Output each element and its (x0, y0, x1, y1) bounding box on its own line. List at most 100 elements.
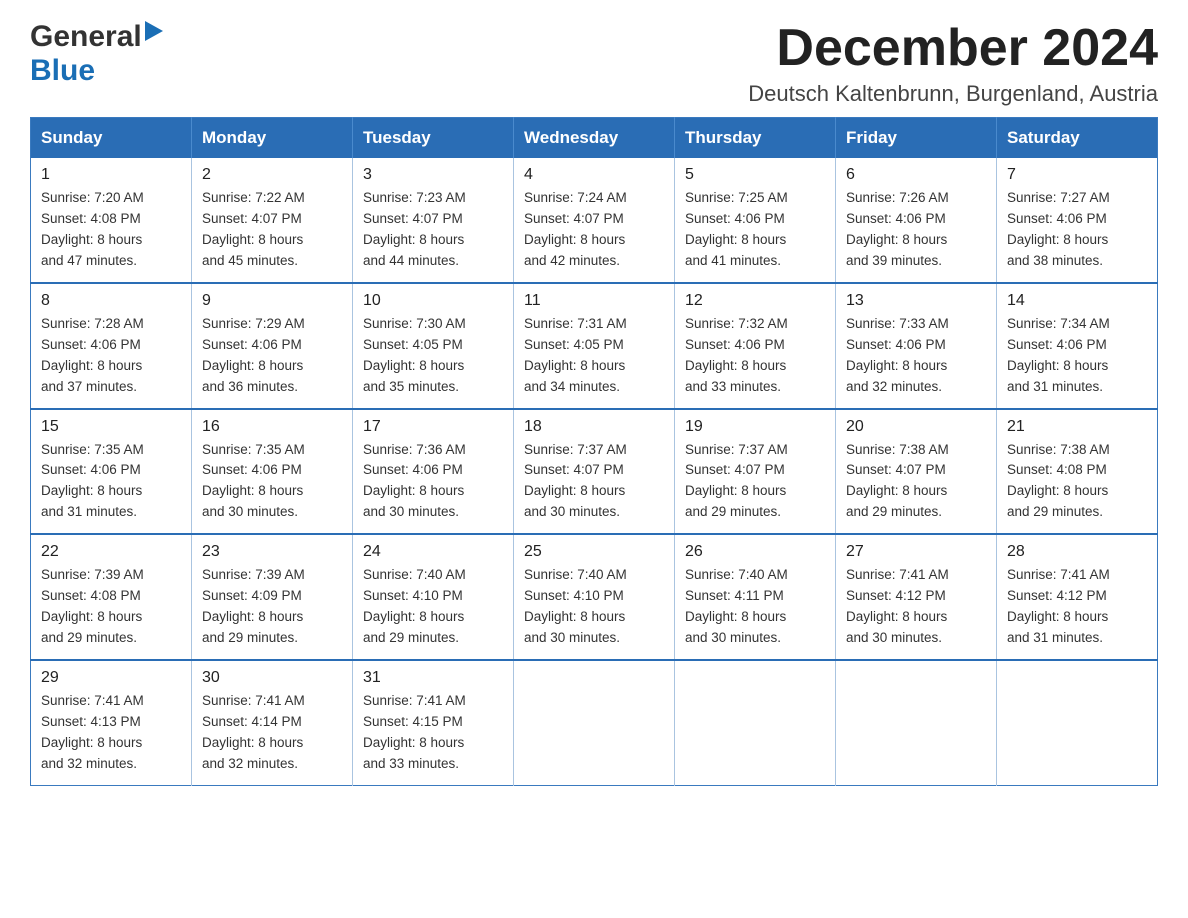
day-info: Sunrise: 7:40 AM Sunset: 4:11 PM Dayligh… (685, 565, 825, 649)
day-info: Sunrise: 7:35 AM Sunset: 4:06 PM Dayligh… (202, 440, 342, 524)
calendar-cell: 25 Sunrise: 7:40 AM Sunset: 4:10 PM Dayl… (514, 534, 675, 660)
calendar-cell: 10 Sunrise: 7:30 AM Sunset: 4:05 PM Dayl… (353, 283, 514, 409)
day-info: Sunrise: 7:41 AM Sunset: 4:12 PM Dayligh… (1007, 565, 1147, 649)
day-number: 18 (524, 418, 664, 436)
day-info: Sunrise: 7:26 AM Sunset: 4:06 PM Dayligh… (846, 188, 986, 272)
day-number: 1 (41, 166, 181, 184)
calendar-week-row: 29 Sunrise: 7:41 AM Sunset: 4:13 PM Dayl… (31, 660, 1158, 785)
day-info: Sunrise: 7:37 AM Sunset: 4:07 PM Dayligh… (524, 440, 664, 524)
day-info: Sunrise: 7:31 AM Sunset: 4:05 PM Dayligh… (524, 314, 664, 398)
calendar-cell: 31 Sunrise: 7:41 AM Sunset: 4:15 PM Dayl… (353, 660, 514, 785)
day-info: Sunrise: 7:30 AM Sunset: 4:05 PM Dayligh… (363, 314, 503, 398)
day-number: 2 (202, 166, 342, 184)
day-number: 9 (202, 292, 342, 310)
day-info: Sunrise: 7:41 AM Sunset: 4:13 PM Dayligh… (41, 691, 181, 775)
page-header: General Blue December 2024 Deutsch Kalte… (30, 20, 1158, 107)
calendar-cell: 29 Sunrise: 7:41 AM Sunset: 4:13 PM Dayl… (31, 660, 192, 785)
day-number: 22 (41, 543, 181, 561)
day-number: 30 (202, 669, 342, 687)
day-info: Sunrise: 7:29 AM Sunset: 4:06 PM Dayligh… (202, 314, 342, 398)
calendar-header-friday: Friday (836, 118, 997, 159)
calendar-header-row: SundayMondayTuesdayWednesdayThursdayFrid… (31, 118, 1158, 159)
calendar-cell: 18 Sunrise: 7:37 AM Sunset: 4:07 PM Dayl… (514, 409, 675, 535)
day-info: Sunrise: 7:41 AM Sunset: 4:15 PM Dayligh… (363, 691, 503, 775)
day-number: 15 (41, 418, 181, 436)
calendar-cell (836, 660, 997, 785)
day-number: 23 (202, 543, 342, 561)
day-number: 10 (363, 292, 503, 310)
day-info: Sunrise: 7:24 AM Sunset: 4:07 PM Dayligh… (524, 188, 664, 272)
day-info: Sunrise: 7:25 AM Sunset: 4:06 PM Dayligh… (685, 188, 825, 272)
calendar-cell: 20 Sunrise: 7:38 AM Sunset: 4:07 PM Dayl… (836, 409, 997, 535)
day-number: 5 (685, 166, 825, 184)
calendar-cell: 11 Sunrise: 7:31 AM Sunset: 4:05 PM Dayl… (514, 283, 675, 409)
calendar-header-saturday: Saturday (997, 118, 1158, 159)
day-info: Sunrise: 7:27 AM Sunset: 4:06 PM Dayligh… (1007, 188, 1147, 272)
calendar-cell: 14 Sunrise: 7:34 AM Sunset: 4:06 PM Dayl… (997, 283, 1158, 409)
day-info: Sunrise: 7:23 AM Sunset: 4:07 PM Dayligh… (363, 188, 503, 272)
calendar-cell: 1 Sunrise: 7:20 AM Sunset: 4:08 PM Dayli… (31, 158, 192, 283)
day-number: 31 (363, 669, 503, 687)
day-info: Sunrise: 7:38 AM Sunset: 4:08 PM Dayligh… (1007, 440, 1147, 524)
day-number: 14 (1007, 292, 1147, 310)
calendar-cell: 6 Sunrise: 7:26 AM Sunset: 4:06 PM Dayli… (836, 158, 997, 283)
day-number: 26 (685, 543, 825, 561)
calendar-cell: 22 Sunrise: 7:39 AM Sunset: 4:08 PM Dayl… (31, 534, 192, 660)
calendar-week-row: 15 Sunrise: 7:35 AM Sunset: 4:06 PM Dayl… (31, 409, 1158, 535)
day-info: Sunrise: 7:20 AM Sunset: 4:08 PM Dayligh… (41, 188, 181, 272)
calendar-header-thursday: Thursday (675, 118, 836, 159)
calendar-header-sunday: Sunday (31, 118, 192, 159)
calendar-cell: 15 Sunrise: 7:35 AM Sunset: 4:06 PM Dayl… (31, 409, 192, 535)
day-number: 17 (363, 418, 503, 436)
day-info: Sunrise: 7:39 AM Sunset: 4:08 PM Dayligh… (41, 565, 181, 649)
day-info: Sunrise: 7:41 AM Sunset: 4:14 PM Dayligh… (202, 691, 342, 775)
day-info: Sunrise: 7:37 AM Sunset: 4:07 PM Dayligh… (685, 440, 825, 524)
logo-general-text: General (30, 20, 142, 54)
calendar-week-row: 8 Sunrise: 7:28 AM Sunset: 4:06 PM Dayli… (31, 283, 1158, 409)
calendar-cell: 26 Sunrise: 7:40 AM Sunset: 4:11 PM Dayl… (675, 534, 836, 660)
calendar-cell (675, 660, 836, 785)
calendar-header-monday: Monday (192, 118, 353, 159)
calendar-cell: 24 Sunrise: 7:40 AM Sunset: 4:10 PM Dayl… (353, 534, 514, 660)
calendar-header-wednesday: Wednesday (514, 118, 675, 159)
calendar-cell: 17 Sunrise: 7:36 AM Sunset: 4:06 PM Dayl… (353, 409, 514, 535)
calendar-header-tuesday: Tuesday (353, 118, 514, 159)
day-number: 8 (41, 292, 181, 310)
day-number: 13 (846, 292, 986, 310)
calendar-cell: 23 Sunrise: 7:39 AM Sunset: 4:09 PM Dayl… (192, 534, 353, 660)
day-info: Sunrise: 7:38 AM Sunset: 4:07 PM Dayligh… (846, 440, 986, 524)
calendar-cell: 7 Sunrise: 7:27 AM Sunset: 4:06 PM Dayli… (997, 158, 1158, 283)
day-number: 21 (1007, 418, 1147, 436)
day-info: Sunrise: 7:36 AM Sunset: 4:06 PM Dayligh… (363, 440, 503, 524)
calendar-cell: 19 Sunrise: 7:37 AM Sunset: 4:07 PM Dayl… (675, 409, 836, 535)
day-info: Sunrise: 7:40 AM Sunset: 4:10 PM Dayligh… (524, 565, 664, 649)
day-info: Sunrise: 7:28 AM Sunset: 4:06 PM Dayligh… (41, 314, 181, 398)
calendar-cell: 12 Sunrise: 7:32 AM Sunset: 4:06 PM Dayl… (675, 283, 836, 409)
day-info: Sunrise: 7:40 AM Sunset: 4:10 PM Dayligh… (363, 565, 503, 649)
location-title: Deutsch Kaltenbrunn, Burgenland, Austria (748, 81, 1158, 107)
calendar-cell: 8 Sunrise: 7:28 AM Sunset: 4:06 PM Dayli… (31, 283, 192, 409)
day-number: 4 (524, 166, 664, 184)
day-number: 16 (202, 418, 342, 436)
calendar-cell: 28 Sunrise: 7:41 AM Sunset: 4:12 PM Dayl… (997, 534, 1158, 660)
month-title: December 2024 (748, 20, 1158, 77)
day-number: 28 (1007, 543, 1147, 561)
day-number: 6 (846, 166, 986, 184)
day-number: 7 (1007, 166, 1147, 184)
calendar-week-row: 22 Sunrise: 7:39 AM Sunset: 4:08 PM Dayl… (31, 534, 1158, 660)
day-number: 25 (524, 543, 664, 561)
day-number: 19 (685, 418, 825, 436)
day-info: Sunrise: 7:34 AM Sunset: 4:06 PM Dayligh… (1007, 314, 1147, 398)
day-number: 20 (846, 418, 986, 436)
calendar-cell: 16 Sunrise: 7:35 AM Sunset: 4:06 PM Dayl… (192, 409, 353, 535)
title-area: December 2024 Deutsch Kaltenbrunn, Burge… (748, 20, 1158, 107)
day-info: Sunrise: 7:39 AM Sunset: 4:09 PM Dayligh… (202, 565, 342, 649)
day-info: Sunrise: 7:22 AM Sunset: 4:07 PM Dayligh… (202, 188, 342, 272)
calendar-cell: 3 Sunrise: 7:23 AM Sunset: 4:07 PM Dayli… (353, 158, 514, 283)
day-info: Sunrise: 7:33 AM Sunset: 4:06 PM Dayligh… (846, 314, 986, 398)
day-number: 12 (685, 292, 825, 310)
day-number: 11 (524, 292, 664, 310)
calendar-table: SundayMondayTuesdayWednesdayThursdayFrid… (30, 117, 1158, 785)
logo-arrow-icon (145, 21, 163, 46)
day-number: 24 (363, 543, 503, 561)
